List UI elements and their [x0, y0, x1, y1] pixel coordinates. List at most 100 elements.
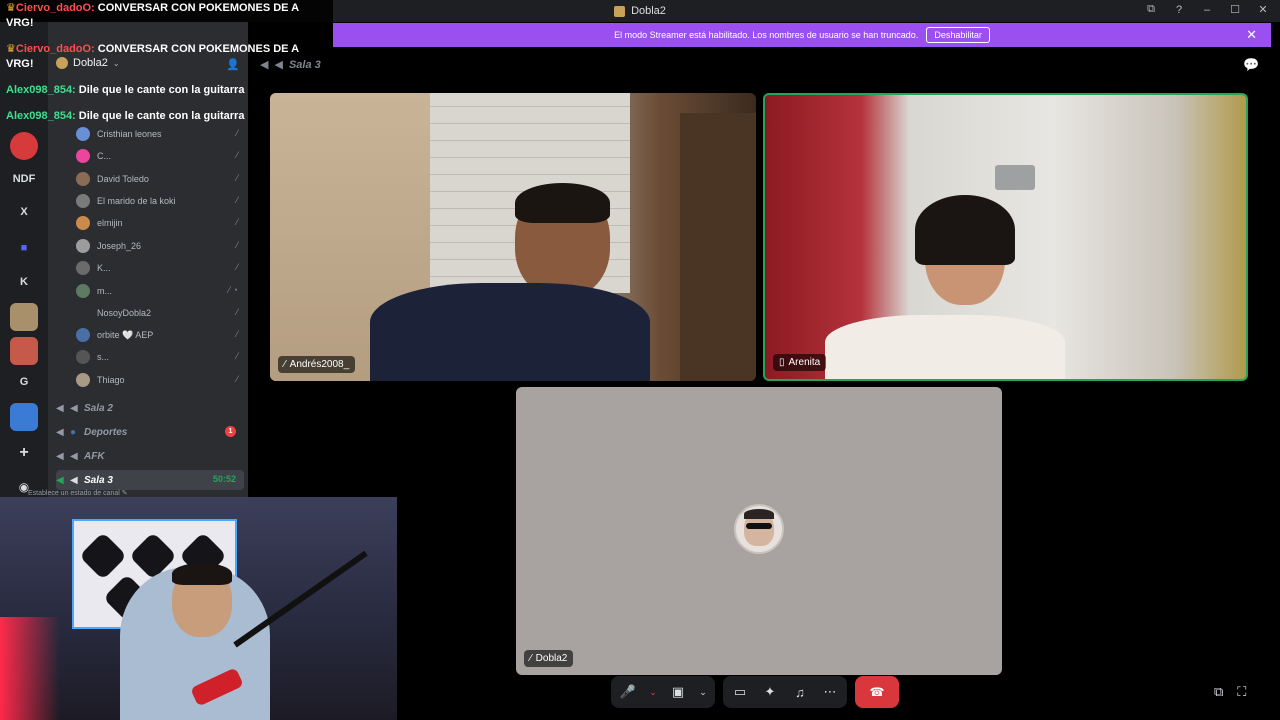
avatar: [76, 216, 90, 230]
voice-channel-sala-3[interactable]: ◀ ◀ Sala 3 50:52: [56, 470, 244, 490]
channel-status-hint[interactable]: Establece un estado de canal ✎: [28, 489, 128, 497]
sound-icon: ◀: [56, 426, 64, 438]
call-timer: 50:52: [212, 474, 236, 484]
banner-close-icon[interactable]: ✕: [1246, 27, 1257, 43]
member-name: C...: [97, 151, 112, 161]
chat-bubble-icon[interactable]: 💬: [1243, 57, 1259, 73]
mic-muted-icon: ⁄: [236, 128, 238, 138]
crown-icon: ♛: [6, 43, 16, 55]
voice-member[interactable]: C... ⁄: [76, 147, 240, 165]
chat-message: Alex098_854: Dile que le cante con la gu…: [6, 109, 244, 123]
voice-member[interactable]: elmijin ⁄: [76, 214, 240, 232]
member-name: Cristhian leones: [97, 129, 162, 139]
video-tile-dobla2[interactable]: ⁄ Dobla2: [516, 387, 1002, 675]
disable-streamer-button[interactable]: Deshabilitar: [926, 27, 990, 43]
member-name: David Toledo: [97, 174, 149, 184]
mic-muted-icon: ⁄: [236, 240, 238, 250]
voice-member[interactable]: NosoyDobla2 ⁄: [76, 304, 240, 322]
server-x[interactable]: X: [10, 198, 38, 226]
server-logo-icon: [56, 57, 68, 69]
voice-member[interactable]: s... ⁄: [76, 348, 240, 366]
close-window-button[interactable]: ✕: [1256, 3, 1270, 16]
screen-share-icon[interactable]: ▭: [731, 684, 749, 700]
inbox-icon[interactable]: ⧉: [1144, 3, 1158, 16]
tile-label: ⁄ Andrés2008_: [278, 356, 356, 373]
chat-message-cont: VRG!: [6, 58, 34, 70]
server-avatar-1[interactable]: [10, 303, 38, 331]
avatar-glasses: [746, 523, 772, 529]
video-tile-arenita[interactable]: ▯ Arenita: [763, 93, 1248, 381]
activities-icon[interactable]: ✦: [761, 684, 779, 700]
chat-text: CONVERSAR CON POKEMONES DE A: [97, 43, 300, 55]
invite-people-icon[interactable]: 👤: [226, 58, 240, 71]
member-name: Thiago: [97, 375, 125, 385]
avatar: [76, 328, 90, 342]
participant-name: Dobla2: [535, 653, 568, 664]
server-g[interactable]: G: [10, 368, 38, 396]
participant-name: Andrés2008_: [289, 359, 350, 370]
server-avatar-2[interactable]: [10, 337, 38, 365]
member-name: m...: [97, 286, 112, 296]
fullscreen-icon[interactable]: ⛶: [1237, 684, 1246, 700]
voice-channel-afk[interactable]: ◀ ◀ AFK: [56, 446, 244, 466]
maximize-button[interactable]: ☐: [1228, 3, 1242, 16]
sound-icon: ◀: [56, 402, 64, 414]
participant-name: Arenita: [788, 357, 821, 368]
tile-label: ⁄ Dobla2: [524, 650, 574, 667]
call-controls: 🎤 ⌄ ▣ ⌄ ▭ ✦ ♫ ⋯ ☎: [611, 676, 899, 708]
voice-member[interactable]: Joseph_26 ⁄: [76, 237, 240, 255]
avatar: [76, 194, 90, 208]
mic-muted-icon[interactable]: 🎤: [619, 684, 637, 700]
more-icon[interactable]: ⋯: [821, 684, 839, 700]
mic-muted-icon: ⁄: [236, 173, 238, 183]
voice-member[interactable]: Thiago ⁄: [76, 371, 240, 389]
camera-off-icon[interactable]: ▣: [669, 684, 687, 700]
avatar: [76, 284, 90, 298]
folder-icon[interactable]: ■: [10, 234, 38, 262]
server-k[interactable]: K: [10, 268, 38, 296]
voice-member[interactable]: orbite 🤍 AEP ⁄: [76, 326, 240, 344]
soundboard-icon[interactable]: ♫: [791, 685, 809, 700]
chevron-down-icon[interactable]: ⌄: [699, 687, 707, 698]
mic-muted-icon: ⁄: [236, 307, 238, 317]
avatar: [76, 350, 90, 364]
voice-member[interactable]: m... ⁄ ◔: [76, 282, 240, 300]
chat-message-cont: VRG!: [6, 17, 34, 29]
chevron-down-icon: ⌄: [112, 58, 120, 68]
sound-icon: ◀: [56, 474, 64, 486]
window-title: Dobla2: [614, 5, 666, 17]
chevron-down-icon[interactable]: ⌄: [649, 687, 657, 698]
help-icon[interactable]: ?: [1172, 4, 1186, 16]
voice-member[interactable]: K... ⁄: [76, 259, 240, 277]
server-avatar-3[interactable]: [10, 403, 38, 431]
avatar: [76, 149, 90, 163]
disconnect-button[interactable]: ☎: [855, 676, 899, 708]
chat-user: Ciervo_dadoO:: [15, 2, 95, 14]
chat-message: Alex098_854: Dile que le cante con la gu…: [6, 83, 244, 97]
person-hair: [515, 183, 610, 223]
mic-muted-icon: ⁄: [530, 653, 532, 664]
add-server-icon[interactable]: +: [10, 439, 38, 467]
server-spiderman[interactable]: [10, 132, 38, 160]
popout-icon[interactable]: ⧉: [1214, 684, 1223, 700]
member-name: El marido de la koki: [97, 196, 176, 206]
server-header[interactable]: Dobla2 ⌄: [56, 57, 120, 69]
voice-channel-deportes[interactable]: ◀ ● Deportes 1: [56, 422, 244, 442]
collapse-icon[interactable]: ◀: [260, 58, 268, 71]
voice-channel-sala-2[interactable]: ◀ ◀ Sala 2: [56, 398, 244, 418]
server-ndf[interactable]: NDF: [10, 165, 38, 193]
avatar: [76, 373, 90, 387]
minimize-button[interactable]: –: [1200, 4, 1214, 16]
mic-muted-icon: ⁄: [236, 195, 238, 205]
window-title-text: Dobla2: [631, 5, 666, 17]
member-name: s...: [97, 352, 110, 362]
voice-member[interactable]: El marido de la koki ⁄: [76, 192, 240, 210]
channel-name: Sala 3: [84, 474, 113, 486]
voice-member[interactable]: David Toledo ⁄: [76, 170, 240, 188]
avatar: [76, 261, 90, 275]
chat-user: Alex098_854:: [6, 84, 76, 96]
chat-message: ♛Ciervo_dadoO: CONVERSAR CON POKEMONES D…: [6, 1, 299, 15]
video-tile-andres[interactable]: ⁄ Andrés2008_: [270, 93, 756, 381]
chat-text: Dile que le cante con la guitarra: [78, 110, 245, 122]
voice-member[interactable]: Cristhian leones ⁄: [76, 125, 240, 143]
